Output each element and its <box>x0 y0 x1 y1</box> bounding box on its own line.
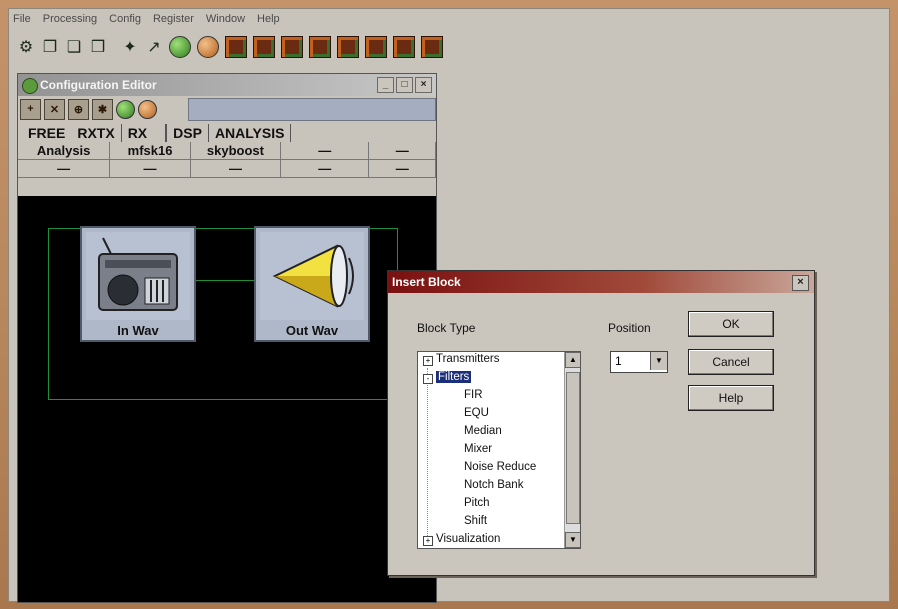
tree-item-pitch[interactable]: Pitch <box>464 497 490 509</box>
grid-cell[interactable]: — <box>110 160 191 178</box>
tab-rxtx[interactable]: RXTX <box>71 124 122 142</box>
grid-row: Analysis mfsk16 skyboost — — <box>18 142 436 160</box>
out-wav-block[interactable]: Out Wav <box>254 226 370 342</box>
grid-cell[interactable]: mfsk16 <box>110 142 191 160</box>
insert-block-icon[interactable]: ⊕ <box>68 98 89 120</box>
tab-free[interactable]: FREE <box>22 124 71 142</box>
configuration-tabs: FREE RXTX RX DSP ANALYSIS <box>18 122 436 142</box>
remove-block-icon[interactable]: ✱ <box>92 98 113 120</box>
tree-item-shift[interactable]: Shift <box>464 515 487 527</box>
module-icon[interactable] <box>279 35 305 59</box>
tree-line <box>427 368 428 540</box>
configuration-editor-titlebar[interactable]: Configuration Editor _ □ × <box>18 74 436 96</box>
menu-bar: File Processing Config Register Window H… <box>9 9 889 29</box>
cancel-button[interactable]: Cancel <box>688 349 774 375</box>
app-icon <box>22 78 38 94</box>
block-connection <box>194 280 258 281</box>
menu-help[interactable]: Help <box>257 13 280 25</box>
tree-scrollbar[interactable]: ▲ ▼ <box>564 352 580 548</box>
minimize-button[interactable]: _ <box>377 77 394 93</box>
dialog-title: Insert Block <box>392 275 461 289</box>
help-button[interactable]: Help <box>688 385 774 411</box>
maximize-button[interactable]: □ <box>396 77 413 93</box>
module-icon[interactable] <box>223 35 249 59</box>
position-value: 1 <box>615 354 622 368</box>
block-type-label: Block Type <box>417 321 476 335</box>
position-label: Position <box>608 321 651 335</box>
grid-row: — — — — — <box>18 160 436 178</box>
ok-button[interactable]: OK <box>688 311 774 337</box>
module-icon[interactable] <box>391 35 417 59</box>
tree-item-noise-reduce[interactable]: Noise Reduce <box>464 461 536 473</box>
pager-icon[interactable]: ❒ <box>87 35 109 59</box>
tab-rx[interactable]: RX <box>122 124 167 142</box>
menu-config[interactable]: Config <box>109 13 141 25</box>
radio-icon <box>86 232 190 320</box>
module-icon[interactable] <box>335 35 361 59</box>
tab-dsp[interactable]: DSP <box>166 124 209 142</box>
position-select[interactable]: 1 ▼ <box>610 351 668 373</box>
tree-item-fir[interactable]: FIR <box>464 389 483 401</box>
configuration-editor-title: Configuration Editor <box>40 78 157 92</box>
speaker-icon <box>260 232 364 320</box>
grid-cell[interactable]: — <box>18 160 111 178</box>
tree-item-median[interactable]: Median <box>464 425 502 437</box>
block-label: Out Wav <box>285 323 339 338</box>
tree-item-filters[interactable]: Filters <box>436 371 472 383</box>
add-block-icon[interactable]: + <box>20 98 41 120</box>
scroll-down-icon[interactable]: ▼ <box>565 532 580 548</box>
collapse-icon[interactable]: - <box>423 374 433 384</box>
menu-register[interactable]: Register <box>153 13 194 25</box>
module-icon[interactable] <box>251 35 277 59</box>
network-icon[interactable]: ⚙ <box>15 35 37 59</box>
group-icon[interactable]: ❐ <box>39 35 61 59</box>
main-toolbar: ⚙ ❐ ❑ ❒ ✦ ↗ <box>9 31 889 63</box>
window-controls: _ □ × <box>377 77 432 93</box>
delete-block-icon[interactable]: ✕ <box>44 98 65 120</box>
tab-analysis[interactable]: ANALYSIS <box>209 124 292 142</box>
orange-ball-icon[interactable] <box>138 99 157 119</box>
configuration-editor-window: Configuration Editor _ □ × + ✕ ⊕ ✱ FREE … <box>17 73 437 603</box>
menu-processing[interactable]: Processing <box>43 13 97 25</box>
chevron-down-icon[interactable]: ▼ <box>650 352 667 370</box>
module-icon[interactable] <box>363 35 389 59</box>
expand-icon[interactable]: + <box>423 536 433 546</box>
module-icon[interactable] <box>419 35 445 59</box>
tree-item-notch-bank[interactable]: Notch Bank <box>464 479 523 491</box>
block-type-tree[interactable]: + Transmitters - Filters FIR EQU Median … <box>417 351 581 549</box>
block-label: In Wav <box>117 323 159 338</box>
menu-window[interactable]: Window <box>206 13 245 25</box>
tree-item-mixer[interactable]: Mixer <box>464 443 492 455</box>
signal-icon[interactable]: ✦ <box>119 35 141 59</box>
tree-item-transmitters[interactable]: Transmitters <box>436 353 499 365</box>
dialog-titlebar[interactable]: Insert Block × <box>388 271 814 293</box>
grid-cell[interactable]: — <box>281 160 370 178</box>
scroll-up-icon[interactable]: ▲ <box>565 352 580 368</box>
menu-file[interactable]: File <box>13 13 31 25</box>
in-wav-block[interactable]: In Wav <box>80 226 196 342</box>
close-icon[interactable]: × <box>792 275 809 291</box>
grid-cell[interactable]: — <box>281 142 370 160</box>
orange-ball-icon[interactable] <box>195 35 221 59</box>
close-button[interactable]: × <box>415 77 432 93</box>
insert-block-dialog: Insert Block × Block Type Position + Tra… <box>387 270 815 576</box>
grid-cell[interactable]: — <box>190 160 282 178</box>
tree-item-visualization[interactable]: Visualization <box>436 533 500 545</box>
module-icon[interactable] <box>307 35 333 59</box>
configuration-grid: Analysis mfsk16 skyboost — — — — — — — <box>18 142 436 196</box>
grid-cell[interactable]: — <box>369 160 436 178</box>
scroll-thumb[interactable] <box>566 372 580 524</box>
expand-icon[interactable]: + <box>423 356 433 366</box>
block-diagram-canvas[interactable]: In Wav Out Wav <box>18 196 436 602</box>
configuration-name-field[interactable] <box>188 98 436 121</box>
probe-icon[interactable]: ↗ <box>143 35 165 59</box>
green-ball-icon[interactable] <box>167 35 193 59</box>
pager-icon[interactable]: ❑ <box>63 35 85 59</box>
grid-cell[interactable]: Analysis <box>18 142 111 160</box>
grid-cell[interactable]: — <box>369 142 436 160</box>
green-ball-icon[interactable] <box>116 99 135 119</box>
tree-item-equ[interactable]: EQU <box>464 407 489 419</box>
grid-cell[interactable]: skyboost <box>190 142 282 160</box>
